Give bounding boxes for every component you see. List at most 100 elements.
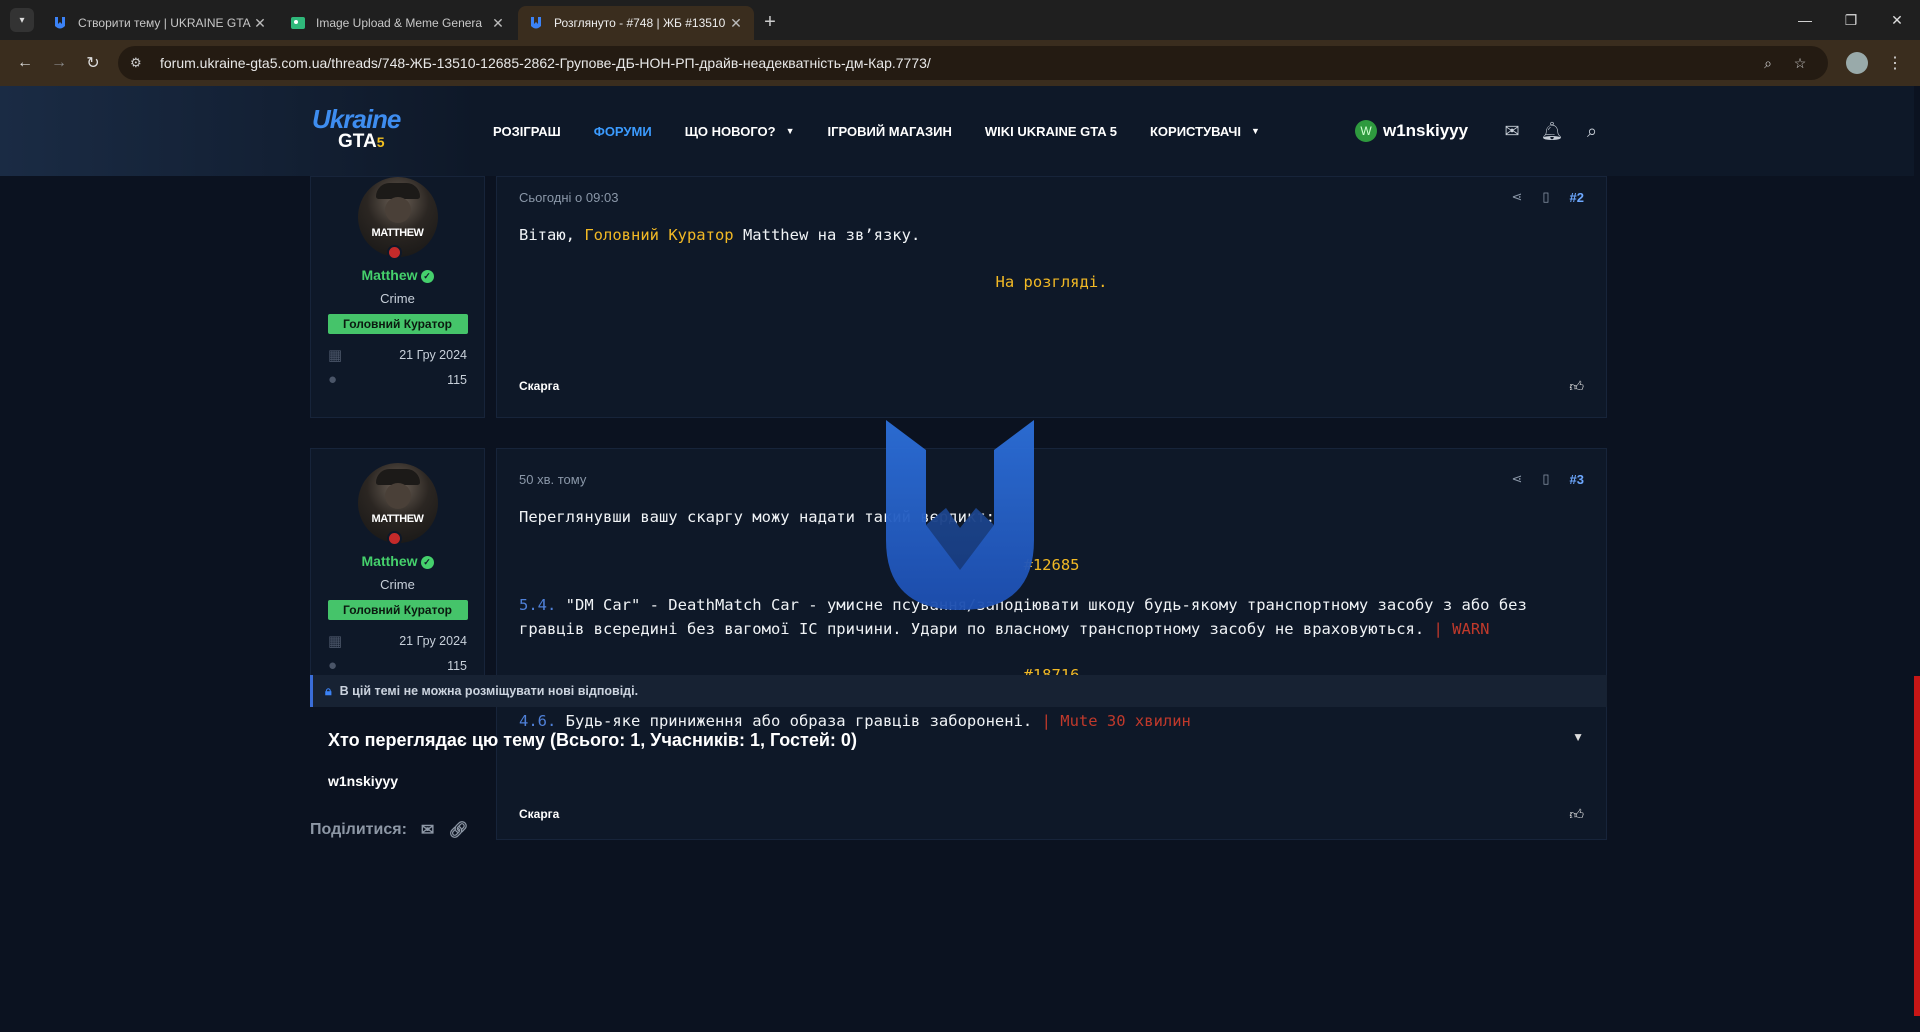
profile-avatar[interactable] bbox=[1846, 52, 1868, 74]
like-icon[interactable]: 👍︎ bbox=[1569, 378, 1584, 395]
logo-number: 5 bbox=[376, 134, 385, 150]
bell-icon[interactable]: 🔔︎ bbox=[1532, 111, 1572, 151]
rank-badge: Головний Куратор bbox=[327, 314, 468, 334]
restore-icon[interactable]: ❐ bbox=[1828, 0, 1874, 40]
share-icon[interactable]: ⋖ bbox=[1511, 471, 1522, 487]
image-upload-favicon-icon bbox=[291, 17, 305, 29]
site-info-icon[interactable]: ⚙ bbox=[130, 55, 150, 71]
caret-down-icon: ▼ bbox=[1251, 126, 1260, 136]
email-share-icon[interactable]: ✉ bbox=[421, 820, 434, 840]
player-id: #12685 bbox=[1023, 556, 1080, 574]
nav-forums[interactable]: ФОРУМИ bbox=[594, 124, 652, 139]
nav-label: WIKI UKRAINE GTA 5 bbox=[984, 123, 1117, 139]
nav-label: ІГРОВИЙ МАГАЗИН bbox=[827, 123, 952, 139]
rule-number: 4.6. bbox=[519, 712, 557, 730]
nav-label: ФОРУМИ bbox=[593, 123, 652, 139]
lock-icon: 🔒︎ bbox=[325, 683, 332, 698]
avatar-face bbox=[384, 483, 411, 509]
user-area: W w1nskiyyy ✉ 🔔︎ ⌕ bbox=[1355, 86, 1612, 176]
messages-count: 115 bbox=[447, 372, 467, 387]
avatar-text: MATTHEW bbox=[371, 513, 424, 525]
nav-giveaway[interactable]: РОЗІГРАШ bbox=[493, 124, 561, 139]
close-icon[interactable]: ✕ bbox=[252, 15, 268, 32]
viewers-header[interactable]: Хто переглядає цю тему (Всього: 1, Учасн… bbox=[328, 730, 1590, 751]
bookmark-icon[interactable]: ▯ bbox=[1542, 189, 1549, 205]
browser-tab-active[interactable]: Розглянуто - #748 | ЖБ #13510 ✕ bbox=[518, 6, 754, 40]
calendar-icon: ▦ bbox=[328, 346, 343, 364]
tab-search-button[interactable]: ▾ bbox=[10, 8, 34, 32]
link-share-icon[interactable]: 🔗︎ bbox=[448, 820, 468, 840]
close-icon[interactable]: ✕ bbox=[728, 15, 744, 32]
zoom-icon[interactable]: ⌕ bbox=[1752, 55, 1784, 72]
page-scrollbar[interactable] bbox=[1914, 86, 1920, 1032]
nav-wiki[interactable]: WIKI UKRAINE GTA 5 bbox=[985, 124, 1117, 139]
avatar-text: MATTHEW bbox=[371, 227, 424, 239]
tab-title: Розглянуто - #748 | ЖБ #13510 bbox=[554, 16, 726, 30]
verified-icon: ✓ bbox=[420, 556, 434, 569]
menu-icon[interactable]: ⋮ bbox=[1878, 46, 1912, 80]
like-icon[interactable]: 👍︎ bbox=[1569, 806, 1584, 823]
reload-button[interactable]: ↻ bbox=[76, 46, 110, 80]
rule-line: 5.4. "DM Car" - DeathMatch Car - умисне … bbox=[519, 593, 1584, 641]
bookmark-star-icon[interactable]: ☆ bbox=[1784, 55, 1816, 72]
post-author[interactable]: Matthew ✓ bbox=[311, 267, 484, 283]
penalty-text: | WARN bbox=[1424, 620, 1490, 638]
post-footer: Скарга 👍︎ bbox=[497, 371, 1606, 401]
avatar-face bbox=[384, 197, 411, 223]
nav-members[interactable]: КОРИСТУВАЧІ ▼ bbox=[1150, 124, 1260, 139]
bookmark-icon[interactable]: ▯ bbox=[1542, 471, 1549, 487]
user-name[interactable]: w1nskiyyy bbox=[1383, 121, 1468, 141]
viewer-user[interactable]: w1nskiyyy bbox=[328, 773, 1590, 789]
share-icon[interactable]: ⋖ bbox=[1511, 189, 1522, 205]
comments-icon: ● bbox=[328, 371, 338, 388]
back-button[interactable]: ← bbox=[8, 46, 42, 80]
messages-stat: ● 115 bbox=[328, 367, 467, 392]
address-bar[interactable]: ⚙ forum.ukraine-gta5.com.ua/threads/748-… bbox=[118, 46, 1828, 80]
search-icon[interactable]: ⌕ bbox=[1572, 111, 1612, 151]
url-text: forum.ukraine-gta5.com.ua/threads/748-ЖБ… bbox=[160, 55, 931, 71]
rule-text: Будь-яке приниження або образа гравців з… bbox=[556, 712, 1033, 730]
scrollbar-thumb[interactable] bbox=[1914, 676, 1920, 1016]
browser-tab[interactable]: Створити тему | UKRAINE GTA ✕ bbox=[42, 6, 278, 40]
browser-tab[interactable]: Image Upload & Meme Genera ✕ bbox=[280, 6, 516, 40]
new-tab-button[interactable]: + bbox=[756, 8, 784, 36]
rule-number: 5.4. bbox=[519, 596, 557, 614]
forward-button[interactable]: → bbox=[42, 46, 76, 80]
close-icon[interactable]: ✕ bbox=[490, 15, 506, 32]
post-date[interactable]: Сьогодні о 09:03 bbox=[519, 190, 618, 205]
post-header: Сьогодні о 09:03 ⋖ ▯ #2 bbox=[497, 181, 1606, 213]
main-nav: РОЗІГРАШ ФОРУМИ ЩО НОВОГО? ▼ ІГРОВИЙ МАГА… bbox=[493, 86, 1293, 176]
post-header: 50 хв. тому ⋖ ▯ #3 bbox=[497, 463, 1606, 495]
nav-shop[interactable]: ІГРОВИЙ МАГАЗИН bbox=[828, 124, 952, 139]
nav-whats-new[interactable]: ЩО НОВОГО? ▼ bbox=[685, 124, 795, 139]
post-author[interactable]: Matthew ✓ bbox=[311, 553, 484, 569]
inbox-icon[interactable]: ✉ bbox=[1492, 111, 1532, 151]
site-header: Ukraine GTA5 РОЗІГРАШ ФОРУМИ ЩО НОВОГО? ▼… bbox=[0, 86, 1920, 176]
share-bar: Поділитися: ✉ 🔗︎ bbox=[310, 820, 469, 840]
post-number[interactable]: #3 bbox=[1570, 472, 1584, 487]
joined-stat: ▦ 21 Гру 2024 bbox=[328, 342, 467, 367]
user-avatar[interactable]: W bbox=[1355, 120, 1377, 142]
chevron-down-icon: ▾ bbox=[19, 14, 25, 26]
close-window-icon[interactable]: ✕ bbox=[1874, 0, 1920, 40]
status-text: На розгляді. bbox=[995, 273, 1108, 291]
site-logo[interactable]: Ukraine GTA5 bbox=[312, 104, 412, 158]
minimize-icon[interactable]: — bbox=[1782, 0, 1828, 40]
nav-label: ЩО НОВОГО? bbox=[684, 123, 776, 139]
caret-down-icon: ▼ bbox=[785, 126, 795, 136]
post-date[interactable]: 50 хв. тому bbox=[519, 472, 586, 487]
greeting-role: Головний Куратор bbox=[584, 226, 734, 244]
author-name: Matthew bbox=[361, 553, 418, 569]
nav-label: РОЗІГРАШ bbox=[493, 123, 561, 139]
post-footer: Скарга 👍︎ bbox=[497, 799, 1606, 829]
post-number[interactable]: #2 bbox=[1570, 190, 1584, 205]
browser-toolbar: ← → ↻ ⚙ forum.ukraine-gta5.com.ua/thread… bbox=[0, 40, 1920, 86]
report-link[interactable]: Скарга bbox=[519, 379, 559, 393]
viewers-title: Хто переглядає цю тему (Всього: 1, Учасн… bbox=[328, 730, 857, 750]
caret-down-icon[interactable]: ▼ bbox=[1572, 730, 1584, 751]
report-link[interactable]: Скарга bbox=[519, 807, 559, 821]
share-label: Поділитися: bbox=[310, 821, 407, 838]
post-user-cell: MATTHEW Matthew ✓ Crime Головний Куратор … bbox=[310, 176, 485, 418]
logo-gta-text: GTA bbox=[338, 131, 377, 152]
greeting-text: Matthew на зв’язку. bbox=[733, 226, 921, 244]
